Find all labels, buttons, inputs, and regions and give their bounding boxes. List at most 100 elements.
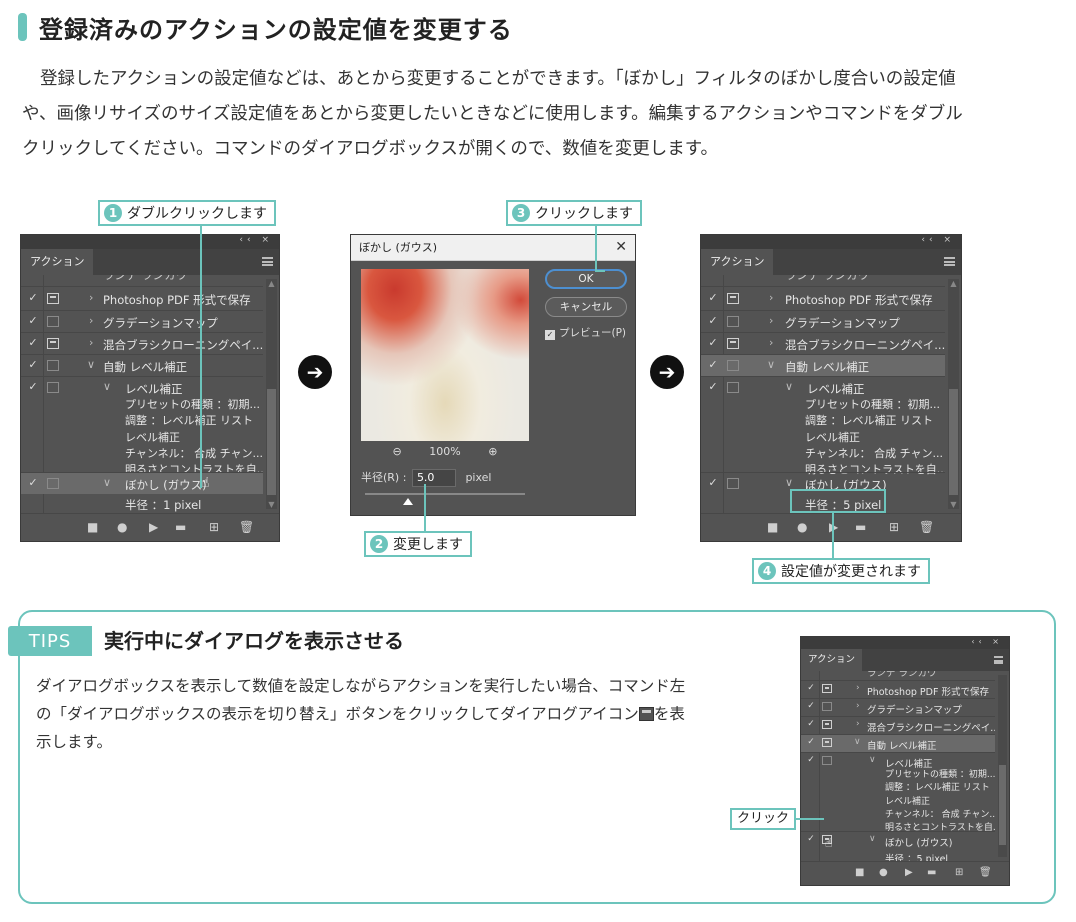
check-icon[interactable]: ✓: [27, 314, 39, 327]
expand-arrow-icon[interactable]: ›: [769, 291, 773, 304]
folder-icon[interactable]: ▬: [175, 520, 186, 534]
ok-button[interactable]: OK: [545, 269, 627, 289]
trash-icon[interactable]: 🗑: [919, 520, 934, 534]
checkbox-check-icon[interactable]: ✓: [545, 330, 555, 340]
check-icon[interactable]: ✓: [27, 358, 39, 371]
record-icon[interactable]: ●: [879, 867, 888, 878]
dialog-toggle-icon[interactable]: [727, 382, 739, 393]
record-icon[interactable]: ●: [797, 520, 807, 534]
check-icon[interactable]: ✓: [27, 291, 39, 304]
action-row-gradient[interactable]: ✓ › グラデーションマップ: [701, 311, 945, 332]
expand-arrow-icon[interactable]: ›: [89, 291, 93, 304]
dialog-toggle-icon[interactable]: [727, 293, 739, 304]
trash-icon[interactable]: 🗑: [979, 867, 992, 878]
action-row-pdf[interactable]: ✓ › Photoshop PDF 形式で保存: [701, 288, 945, 309]
new-action-icon[interactable]: ⊞: [955, 867, 963, 878]
dialog-toggle-icon[interactable]: [47, 338, 59, 349]
play-icon[interactable]: ▶: [905, 867, 913, 878]
panel-scrollbar[interactable]: [998, 675, 1007, 857]
preview-checkbox[interactable]: ✓ プレビュー(P): [545, 325, 626, 340]
action-row-pdf[interactable]: ✓ › Photoshop PDF 形式で保存: [21, 288, 263, 309]
dialog-toggle-icon[interactable]: [822, 738, 832, 747]
expand-arrow-icon[interactable]: ›: [89, 314, 93, 327]
command-row-level[interactable]: ✓ ∨ レベル補正: [701, 377, 945, 398]
dialog-toggle-icon[interactable]: [727, 316, 739, 327]
blur-preview-image[interactable]: [361, 269, 529, 441]
dialog-toggle-icon[interactable]: [47, 382, 59, 393]
stop-icon[interactable]: ■: [767, 520, 778, 534]
play-icon[interactable]: ▶: [149, 520, 158, 534]
panel-window-controls[interactable]: ‹‹ ×: [239, 235, 273, 245]
collapse-arrow-icon[interactable]: ∨: [103, 476, 111, 489]
check-icon[interactable]: ✓: [805, 834, 817, 844]
action-row-gradient[interactable]: ✓ › グラデーションマップ: [21, 311, 263, 332]
check-icon[interactable]: ✓: [27, 476, 39, 489]
dialog-toggle-icon[interactable]: [822, 756, 832, 765]
check-icon[interactable]: ✓: [805, 683, 817, 693]
check-icon[interactable]: ✓: [707, 380, 719, 393]
stop-icon[interactable]: ■: [855, 867, 864, 878]
radius-slider[interactable]: [365, 493, 525, 495]
actions-tab[interactable]: アクション: [21, 249, 94, 275]
check-icon[interactable]: ✓: [707, 358, 719, 371]
expand-arrow-icon[interactable]: ›: [856, 719, 860, 729]
cancel-button[interactable]: キャンセル: [545, 297, 627, 317]
radius-slider-knob[interactable]: [403, 498, 413, 505]
dialog-toggle-icon[interactable]: [47, 360, 59, 371]
panel-scrollbar[interactable]: ▲ ▼: [266, 279, 277, 509]
action-row-pdf[interactable]: ✓ › Photoshop PDF 形式で保存: [801, 681, 995, 698]
collapse-arrow-icon[interactable]: ∨: [854, 737, 861, 747]
dialog-toggle-icon[interactable]: [822, 702, 832, 711]
action-row-auto-level[interactable]: ✓ ∨ 自動 レベル補正: [701, 355, 945, 376]
check-icon[interactable]: ✓: [805, 719, 817, 729]
dialog-toggle-icon[interactable]: [47, 478, 59, 489]
command-row-blur[interactable]: ✓ ∨ ぼかし (ガウス) ☝: [21, 473, 263, 494]
action-row-brush[interactable]: ✓ › 混合ブラシクローニングペイ...: [701, 333, 945, 354]
new-action-icon[interactable]: ⊞: [889, 520, 899, 534]
dialog-toggle-icon[interactable]: [727, 338, 739, 349]
check-icon[interactable]: ✓: [27, 336, 39, 349]
check-icon[interactable]: ✓: [707, 314, 719, 327]
collapse-arrow-icon[interactable]: ∨: [869, 755, 876, 765]
dialog-toggle-icon[interactable]: [47, 316, 59, 327]
zoom-in-icon[interactable]: ⊕: [488, 445, 497, 458]
panel-menu-icon[interactable]: [994, 656, 1003, 664]
collapse-arrow-icon[interactable]: ∨: [87, 358, 95, 371]
expand-arrow-icon[interactable]: ›: [89, 336, 93, 349]
panel-menu-icon[interactable]: [262, 257, 273, 266]
panel-scrollbar[interactable]: ▲ ▼: [948, 279, 959, 509]
radius-input[interactable]: 5.0: [411, 469, 456, 487]
actions-tab[interactable]: アクション: [701, 249, 774, 275]
check-icon[interactable]: ✓: [805, 701, 817, 711]
zoom-out-icon[interactable]: ⊖: [393, 445, 402, 458]
action-row-brush[interactable]: ✓ › 混合ブラシクローニングペイ...: [801, 717, 995, 734]
dialog-toggle-icon[interactable]: [727, 478, 739, 489]
check-icon[interactable]: ✓: [707, 476, 719, 489]
action-row-cut[interactable]: ランデ ランカウ: [21, 275, 263, 285]
dialog-toggle-icon[interactable]: [727, 360, 739, 371]
new-action-icon[interactable]: ⊞: [209, 520, 219, 534]
trash-icon[interactable]: 🗑: [239, 520, 254, 534]
panel-menu-icon[interactable]: [944, 257, 955, 266]
folder-icon[interactable]: ▬: [855, 520, 866, 534]
check-icon[interactable]: ✓: [27, 380, 39, 393]
check-icon[interactable]: ✓: [805, 755, 817, 765]
action-row-gradient[interactable]: ✓ › グラデーションマップ: [801, 699, 995, 716]
collapse-arrow-icon[interactable]: ∨: [785, 476, 793, 489]
check-icon[interactable]: ✓: [707, 336, 719, 349]
expand-arrow-icon[interactable]: ›: [769, 336, 773, 349]
panel-window-controls[interactable]: ‹‹ ×: [921, 235, 955, 245]
action-row-cut[interactable]: ランデ ランカウ: [701, 275, 945, 285]
collapse-arrow-icon[interactable]: ∨: [869, 834, 876, 844]
check-icon[interactable]: ✓: [805, 737, 817, 747]
command-row-blur[interactable]: ✓ ☝ ∨ ぼかし (ガウス): [801, 832, 995, 850]
expand-arrow-icon[interactable]: ›: [856, 683, 860, 693]
dialog-toggle-icon[interactable]: [822, 720, 832, 729]
expand-arrow-icon[interactable]: ›: [769, 314, 773, 327]
action-row-cut[interactable]: ランデ ランカウ: [801, 671, 995, 679]
close-icon[interactable]: ✕: [615, 239, 627, 255]
expand-arrow-icon[interactable]: ›: [856, 701, 860, 711]
actions-tab[interactable]: アクション: [801, 649, 863, 671]
dialog-toggle-icon[interactable]: [822, 684, 832, 693]
action-row-auto-level[interactable]: ✓ ∨ 自動 レベル補正: [21, 355, 263, 376]
